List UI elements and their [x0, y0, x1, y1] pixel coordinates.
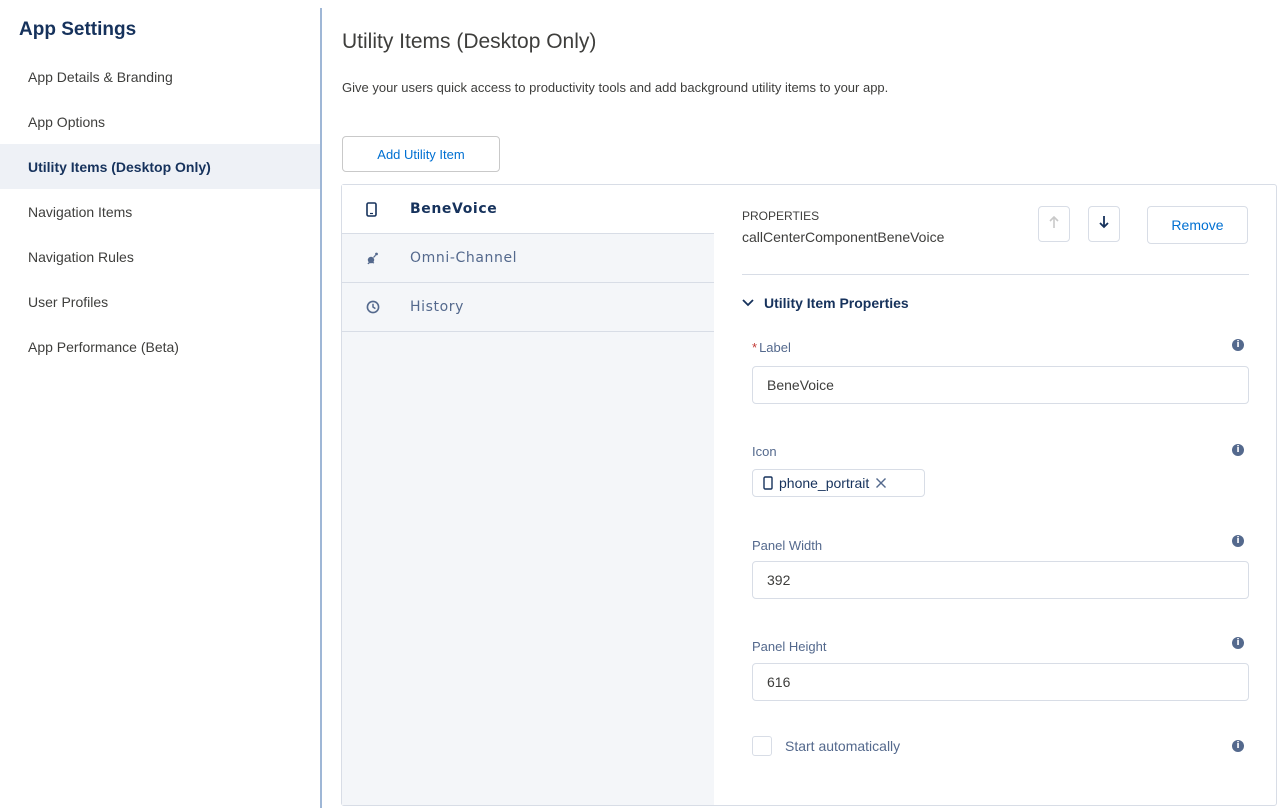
utility-item-label: History [410, 299, 465, 315]
sidebar-item-app-details-branding[interactable]: App Details & Branding [0, 54, 320, 99]
sidebar-item-utility-items[interactable]: Utility Items (Desktop Only) [0, 144, 320, 189]
start-automatically-checkbox[interactable] [752, 736, 772, 756]
properties-panel: PROPERTIES callCenterComponentBeneVoice … [742, 185, 1249, 805]
utility-item-properties-toggle[interactable]: Utility Item Properties [742, 295, 909, 311]
component-name: callCenterComponentBeneVoice [742, 229, 945, 245]
arrow-down-icon [1098, 215, 1110, 234]
utility-item-benevoice[interactable]: BeneVoice [342, 185, 714, 234]
sidebar-item-user-profiles[interactable]: User Profiles [0, 279, 320, 324]
info-icon[interactable]: i [1232, 444, 1244, 456]
sidebar: App Settings App Details & Branding App … [0, 0, 320, 808]
info-icon[interactable]: i [1232, 535, 1244, 547]
page-description: Give your users quick access to producti… [342, 80, 889, 95]
move-up-button[interactable] [1038, 206, 1070, 242]
utility-item-history[interactable]: History [342, 283, 714, 332]
properties-label: PROPERTIES [742, 209, 820, 223]
sidebar-item-app-performance[interactable]: App Performance (Beta) [0, 324, 320, 369]
utility-item-list: BeneVoice Omni-Channel History [342, 185, 714, 805]
phone-portrait-icon [366, 201, 386, 217]
sidebar-title: App Settings [19, 19, 137, 40]
sidebar-nav: App Details & Branding App Options Utili… [0, 54, 320, 369]
panel-height-label: Panel Height [752, 639, 827, 654]
utility-items-panel: BeneVoice Omni-Channel History PROPERTIE… [341, 184, 1277, 806]
start-automatically-label: Start automatically [785, 738, 901, 754]
panel-width-label: Panel Width [752, 538, 823, 553]
info-icon[interactable]: i [1232, 339, 1244, 351]
required-marker: * [752, 340, 758, 355]
icon-pill-value: phone_portrait [779, 475, 870, 491]
chevron-down-icon [742, 299, 754, 307]
remove-button[interactable]: Remove [1147, 206, 1248, 244]
move-down-button[interactable] [1088, 206, 1120, 242]
panel-height-input[interactable]: 616 [752, 663, 1249, 701]
info-icon[interactable]: i [1232, 740, 1244, 752]
utility-item-label: Omni-Channel [410, 250, 518, 266]
utility-item-omni-channel[interactable]: Omni-Channel [342, 234, 714, 283]
properties-divider [742, 274, 1249, 275]
label-input[interactable]: BeneVoice [752, 366, 1249, 404]
properties-header: PROPERTIES callCenterComponentBeneVoice [742, 209, 944, 245]
start-automatically-row: Start automatically [752, 736, 900, 756]
clock-icon [366, 300, 386, 314]
utility-item-label: BeneVoice [410, 201, 498, 217]
panel-width-input[interactable]: 392 [752, 561, 1249, 599]
main-content: Utility Items (Desktop Only) Give your u… [322, 0, 1281, 808]
add-utility-item-button[interactable]: Add Utility Item [342, 136, 500, 172]
icon-selection-pill[interactable]: phone_portrait [752, 469, 925, 497]
arrow-up-icon [1048, 215, 1060, 234]
label-field-label: * Label [752, 340, 791, 355]
sidebar-item-app-options[interactable]: App Options [0, 99, 320, 144]
sidebar-item-navigation-rules[interactable]: Navigation Rules [0, 234, 320, 279]
label-field-text: Label [759, 340, 791, 355]
section-title: Utility Item Properties [764, 295, 909, 311]
omni-channel-icon [366, 251, 386, 265]
page-title: Utility Items (Desktop Only) [342, 30, 597, 53]
phone-portrait-icon [763, 476, 773, 490]
info-icon[interactable]: i [1232, 637, 1244, 649]
sidebar-item-navigation-items[interactable]: Navigation Items [0, 189, 320, 234]
close-icon[interactable] [875, 477, 887, 489]
icon-field-label: Icon [752, 444, 777, 459]
